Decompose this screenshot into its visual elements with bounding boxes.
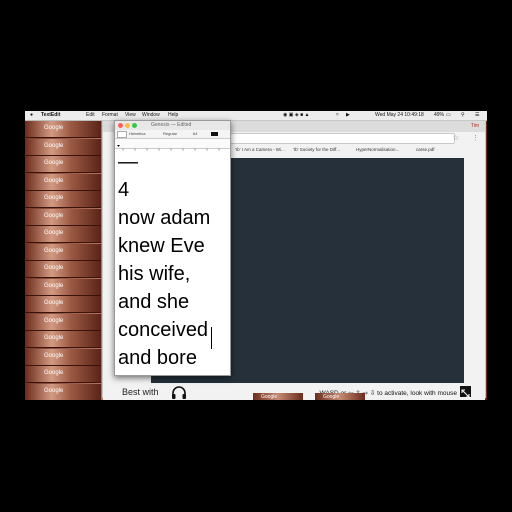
ruler[interactable] xyxy=(115,139,230,151)
menu-edit[interactable]: Edit xyxy=(86,111,95,120)
desktop-file-label: Google xyxy=(44,212,64,219)
best-with-label: Best with xyxy=(122,387,159,397)
desktop-file-icon[interactable]: Google xyxy=(315,393,365,400)
desktop-file-icon[interactable]: Google xyxy=(25,383,101,400)
battery-icon[interactable]: ▭ xyxy=(446,111,451,120)
zoom-button[interactable] xyxy=(132,123,137,128)
paragraph-style-select[interactable] xyxy=(117,131,127,138)
textedit-window: Genesis — Edited Helvetica Regular 64 — … xyxy=(114,120,231,376)
desktop-file-icon[interactable]: Google xyxy=(25,366,101,383)
menu-view[interactable]: View xyxy=(125,111,136,120)
desktop-file-label: Google xyxy=(44,160,64,166)
desktop-file-icon[interactable]: Google xyxy=(25,331,101,348)
desktop-file-icon[interactable]: Google xyxy=(253,393,303,400)
desktop-file-label: Google xyxy=(44,300,64,306)
battery-percent: 49% xyxy=(434,112,445,118)
desktop-file-icon[interactable]: Google xyxy=(25,226,101,243)
desktop-file-label: Google xyxy=(44,177,64,184)
desktop-file-label: Google xyxy=(44,195,64,201)
profile-name[interactable]: Tim xyxy=(471,123,479,129)
desktop-file-icon[interactable]: Google xyxy=(25,243,101,261)
desktop-file-icon[interactable]: Google xyxy=(25,348,101,366)
search-icon[interactable]: ⚲ xyxy=(461,111,465,120)
bookmark-item[interactable]: carse.pdf xyxy=(416,147,435,152)
desktop-file-label: Google xyxy=(44,370,64,376)
desktop-file-label: Google xyxy=(44,282,64,289)
desktop: ● TextEdit Edit Format View Window Help … xyxy=(25,111,487,400)
volume-icon[interactable]: ▶ xyxy=(346,111,350,120)
document-body[interactable]: — 4 now adam knew Eve his wife, and she … xyxy=(115,149,230,375)
menu-app-name[interactable]: TextEdit xyxy=(41,111,60,120)
fullscreen-icon xyxy=(461,389,470,398)
fullscreen-button[interactable] xyxy=(460,386,471,398)
desktop-file-label: Google xyxy=(44,125,64,131)
desktop-file-label: Google xyxy=(44,265,64,271)
desktop-file-label: Google xyxy=(44,317,64,324)
menu-help[interactable]: Help xyxy=(168,111,178,120)
desktop-file-icon[interactable]: Google xyxy=(25,121,101,138)
document-title: Genesis — Edited xyxy=(151,122,192,128)
font-name-select[interactable]: Helvetica xyxy=(129,130,145,138)
document-text[interactable]: — 4 now adam knew Eve his wife, and she … xyxy=(115,149,230,372)
desktop-file-label: Google xyxy=(44,142,64,149)
desktop-file-icon[interactable]: Google xyxy=(25,173,101,191)
menu-clock[interactable]: Wed May 24 10:49:18 xyxy=(375,111,424,120)
desktop-file-icon[interactable]: Google xyxy=(25,296,101,313)
bookmark-item[interactable]: 'Ib' Society for the Diff... xyxy=(293,147,340,152)
desktop-file-label: Google xyxy=(44,247,64,254)
textedit-titlebar[interactable]: Genesis — Edited xyxy=(115,121,230,130)
desktop-file-label: Google xyxy=(261,394,278,400)
desktop-file-icon[interactable]: Google xyxy=(25,313,101,331)
address-bar[interactable] xyxy=(221,133,455,144)
bookmark-item[interactable]: HyperNormalisation... xyxy=(356,147,399,152)
close-button[interactable] xyxy=(118,123,123,128)
bookmark-item[interactable]: 'Ib' I Am a Camera - Wi... xyxy=(235,147,285,152)
apple-icon[interactable]: ● xyxy=(30,111,33,120)
text-color-swatch[interactable] xyxy=(211,132,218,136)
text-cursor xyxy=(211,327,212,349)
notification-icon[interactable]: ☰ xyxy=(475,111,479,120)
desktop-file-label: Google xyxy=(44,352,64,359)
desktop-file-icon[interactable]: Google xyxy=(25,191,101,208)
menu-window[interactable]: Window xyxy=(142,111,160,120)
desktop-file-label: Google xyxy=(44,387,64,394)
star-icon[interactable]: ☆ xyxy=(453,134,459,142)
desktop-file-label: Google xyxy=(44,335,64,341)
status-icons: ◉ ▣ ◈ ■ ▲ xyxy=(283,112,310,118)
desktop-file-icon[interactable]: Google xyxy=(25,278,101,296)
font-style-select[interactable]: Regular xyxy=(163,130,177,138)
desktop-file-icon[interactable]: Google xyxy=(25,138,101,156)
desktop-file-icon[interactable]: Google xyxy=(25,156,101,173)
desktop-file-label: Google xyxy=(323,394,340,400)
format-toolbar: Helvetica Regular 64 xyxy=(115,130,230,139)
headphones-icon xyxy=(172,386,186,399)
wifi-icon[interactable]: ≈ xyxy=(336,111,339,120)
font-size-select[interactable]: 64 xyxy=(193,130,197,138)
desktop-file-icon[interactable]: Google xyxy=(25,261,101,278)
minimize-button[interactable] xyxy=(125,123,130,128)
menu-format[interactable]: Format xyxy=(102,111,118,120)
desktop-file-label: Google xyxy=(44,230,64,236)
menu-dots-icon[interactable]: ⋮ xyxy=(472,134,479,142)
desktop-file-icon[interactable]: Google xyxy=(25,208,101,226)
